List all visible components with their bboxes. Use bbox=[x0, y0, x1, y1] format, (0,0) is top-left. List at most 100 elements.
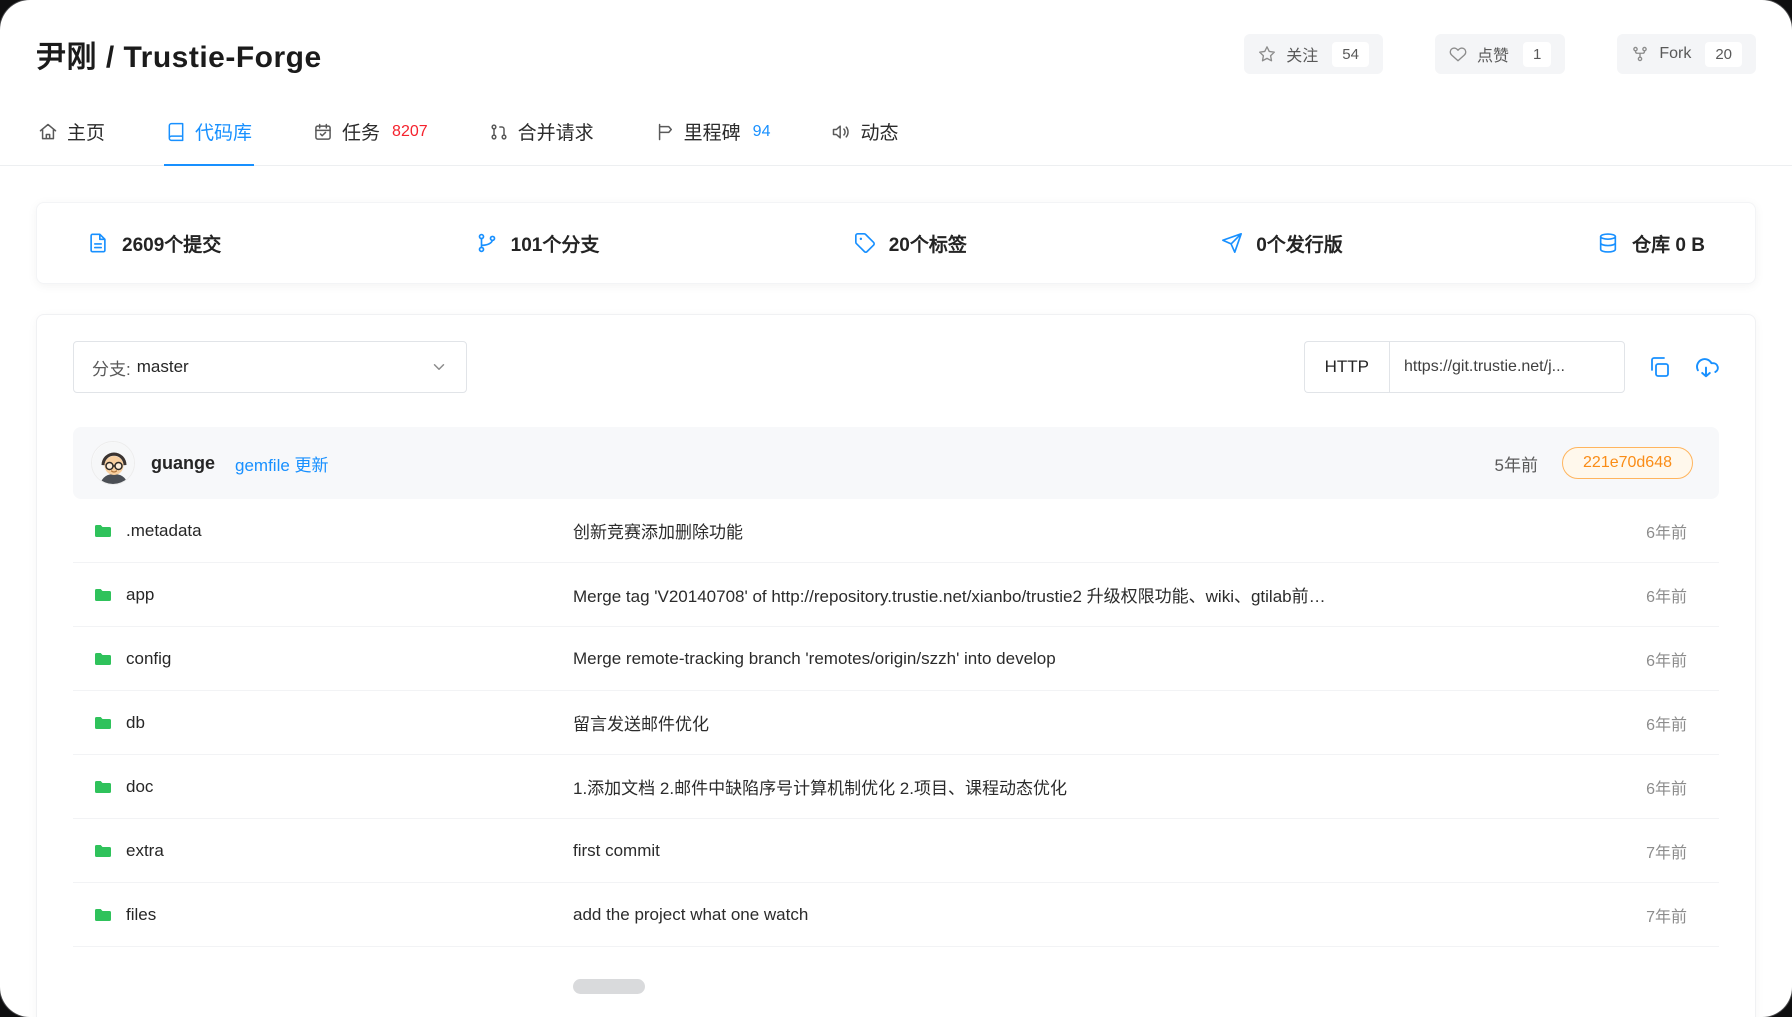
file-row[interactable]: doc 1.添加文档 2.邮件中缺陷序号计算机制优化 2.项目、课程动态优化 6… bbox=[73, 755, 1719, 819]
file-name[interactable]: doc bbox=[126, 777, 153, 797]
file-browser-card: 分支: master HTTP bbox=[36, 314, 1756, 1017]
file-commit-message[interactable]: Merge remote-tracking branch 'remotes/or… bbox=[573, 649, 1646, 669]
file-name-cell: app bbox=[93, 585, 573, 605]
file-name[interactable]: .metadata bbox=[126, 521, 202, 541]
file-name-cell: extra bbox=[93, 841, 573, 861]
database-icon bbox=[1597, 232, 1619, 254]
folder-icon bbox=[93, 649, 113, 669]
file-row[interactable]: .metadata 创新竞赛添加删除功能 6年前 bbox=[73, 499, 1719, 563]
repo-tabs: 主页 代码库 任务 8207 合并请求 里程碑 94 bbox=[0, 114, 1792, 166]
tab-activity-label: 动态 bbox=[860, 118, 898, 145]
commit-time: 5年前 bbox=[1495, 451, 1538, 476]
file-commit-message[interactable]: Merge tag 'V20140708' of http://reposito… bbox=[573, 582, 1646, 607]
paper-plane-icon bbox=[1221, 232, 1243, 254]
star-icon bbox=[1258, 45, 1276, 63]
branch-selector-text: 分支: master bbox=[92, 355, 189, 380]
commit-author[interactable]: guange bbox=[151, 453, 215, 474]
copy-icon bbox=[1647, 355, 1671, 379]
fork-label: Fork bbox=[1659, 45, 1691, 63]
stat-tags-label: 20个标签 bbox=[889, 230, 967, 257]
download-button[interactable] bbox=[1693, 354, 1719, 380]
page-title: 尹刚 / Trustie-Forge bbox=[36, 32, 322, 76]
commit-meta: 5年前 221e70d648 bbox=[1495, 447, 1693, 479]
tab-repository-label: 代码库 bbox=[195, 118, 252, 145]
speaker-icon bbox=[831, 122, 851, 142]
branch-label: 分支: bbox=[92, 355, 131, 380]
file-row[interactable]: db 留言发送邮件优化 6年前 bbox=[73, 691, 1719, 755]
tab-home[interactable]: 主页 bbox=[36, 114, 107, 165]
watch-label: 关注 bbox=[1286, 42, 1318, 66]
stat-commits-label: 2609个提交 bbox=[122, 230, 221, 257]
tab-milestones[interactable]: 里程碑 94 bbox=[653, 114, 773, 165]
watch-count: 54 bbox=[1332, 42, 1369, 67]
branch-selector[interactable]: 分支: master bbox=[73, 341, 467, 393]
file-commit-message[interactable]: first commit bbox=[573, 841, 1646, 861]
stat-commits[interactable]: 2609个提交 bbox=[87, 230, 221, 257]
commit-hash-badge[interactable]: 221e70d648 bbox=[1562, 447, 1693, 479]
file-name-cell: doc bbox=[93, 777, 573, 797]
folder-icon bbox=[93, 905, 113, 925]
file-name[interactable]: app bbox=[126, 585, 154, 605]
folder-icon bbox=[93, 841, 113, 861]
folder-icon bbox=[93, 713, 113, 733]
file-list: .metadata 创新竞赛添加删除功能 6年前 app Merge tag '… bbox=[73, 499, 1719, 1007]
file-commit-message[interactable]: add the project what one watch bbox=[573, 905, 1646, 925]
protocol-button[interactable]: HTTP bbox=[1304, 341, 1389, 393]
file-name[interactable]: config bbox=[126, 649, 171, 669]
fork-icon bbox=[1631, 45, 1649, 63]
tab-home-label: 主页 bbox=[67, 118, 105, 145]
tab-milestones-label: 里程碑 bbox=[684, 118, 741, 145]
file-commit-message[interactable]: 创新竞赛添加删除功能 bbox=[573, 518, 1646, 543]
file-name-cell: .metadata bbox=[93, 521, 573, 541]
clone-url-input[interactable] bbox=[1389, 341, 1625, 393]
watch-button[interactable]: 关注 54 bbox=[1244, 34, 1383, 74]
file-name[interactable]: extra bbox=[126, 841, 164, 861]
tag-icon bbox=[854, 232, 876, 254]
tab-milestones-count: 94 bbox=[753, 123, 771, 141]
latest-commit-row: guange gemfile 更新 5年前 221e70d648 bbox=[73, 427, 1719, 499]
file-name[interactable]: db bbox=[126, 713, 145, 733]
tab-tasks-count: 8207 bbox=[392, 123, 428, 141]
like-label: 点赞 bbox=[1477, 42, 1509, 66]
chevron-down-icon bbox=[430, 358, 448, 376]
stat-branches[interactable]: 101个分支 bbox=[476, 230, 600, 257]
tab-merge-requests-label: 合并请求 bbox=[518, 118, 594, 145]
file-name-cell: db bbox=[93, 713, 573, 733]
file-row[interactable]: extra first commit 7年前 bbox=[73, 819, 1719, 883]
commit-message-link[interactable]: gemfile 更新 bbox=[235, 451, 329, 476]
partial-file-row bbox=[73, 947, 1719, 1007]
file-time: 6年前 bbox=[1646, 775, 1687, 799]
file-commit-message[interactable]: 1.添加文档 2.邮件中缺陷序号计算机制优化 2.项目、课程动态优化 bbox=[573, 774, 1646, 799]
file-row[interactable]: config Merge remote-tracking branch 'rem… bbox=[73, 627, 1719, 691]
home-icon bbox=[38, 122, 58, 142]
tab-repository[interactable]: 代码库 bbox=[164, 114, 254, 165]
repo-stats-bar: 2609个提交 101个分支 20个标签 0个发行版 仓库 0 B bbox=[36, 202, 1756, 284]
tab-activity[interactable]: 动态 bbox=[829, 114, 900, 165]
copy-url-button[interactable] bbox=[1647, 355, 1671, 379]
file-time: 7年前 bbox=[1646, 839, 1687, 863]
fork-button[interactable]: Fork 20 bbox=[1617, 34, 1756, 74]
file-name[interactable]: files bbox=[126, 905, 156, 925]
milestone-icon bbox=[655, 122, 675, 142]
tab-merge-requests[interactable]: 合并请求 bbox=[487, 114, 596, 165]
file-commit-message[interactable]: 留言发送邮件优化 bbox=[573, 710, 1646, 735]
stat-tags[interactable]: 20个标签 bbox=[854, 230, 967, 257]
git-branch-icon bbox=[476, 232, 498, 254]
browser-toolbar: 分支: master HTTP bbox=[73, 341, 1719, 393]
fork-count: 20 bbox=[1705, 42, 1742, 67]
stat-releases[interactable]: 0个发行版 bbox=[1221, 230, 1343, 257]
file-time: 6年前 bbox=[1646, 711, 1687, 735]
stat-storage[interactable]: 仓库 0 B bbox=[1597, 230, 1705, 257]
repo-header: 尹刚 / Trustie-Forge 关注 54 点赞 1 For bbox=[0, 0, 1792, 76]
tab-tasks-label: 任务 bbox=[342, 118, 380, 145]
clipped-row-content bbox=[573, 979, 645, 994]
like-button[interactable]: 点赞 1 bbox=[1435, 34, 1565, 74]
tab-tasks[interactable]: 任务 8207 bbox=[311, 114, 430, 165]
file-time: 6年前 bbox=[1646, 647, 1687, 671]
pull-request-icon bbox=[489, 122, 509, 142]
clone-group: HTTP bbox=[1304, 341, 1719, 393]
avatar[interactable] bbox=[91, 441, 135, 485]
calendar-check-icon bbox=[313, 122, 333, 142]
file-row[interactable]: files add the project what one watch 7年前 bbox=[73, 883, 1719, 947]
file-row[interactable]: app Merge tag 'V20140708' of http://repo… bbox=[73, 563, 1719, 627]
